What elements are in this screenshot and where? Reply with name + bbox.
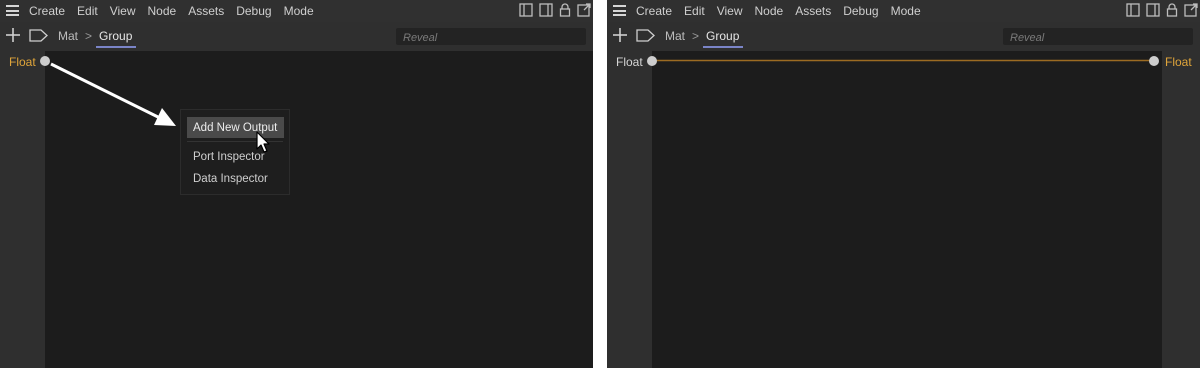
output-port-dot[interactable]	[1149, 56, 1159, 66]
menu-item-data-inspector[interactable]: Data Inspector	[193, 172, 268, 186]
annotation-arrow	[50, 62, 176, 126]
connection-wire	[652, 59, 1154, 62]
menu-item-port-inspector[interactable]: Port Inspector	[193, 150, 265, 164]
node-editor-left-panel: Create Edit View Node Assets Debug Mode …	[0, 0, 593, 368]
output-port-label: Float	[1165, 55, 1192, 69]
input-port-label: Float	[616, 55, 643, 69]
node-editor-right-panel: Create Edit View Node Assets Debug Mode …	[607, 0, 1200, 368]
input-port-dot[interactable]	[647, 56, 657, 66]
context-menu: Add New Output Port Inspector Data Inspe…	[180, 109, 290, 195]
mouse-cursor-icon	[256, 131, 270, 153]
